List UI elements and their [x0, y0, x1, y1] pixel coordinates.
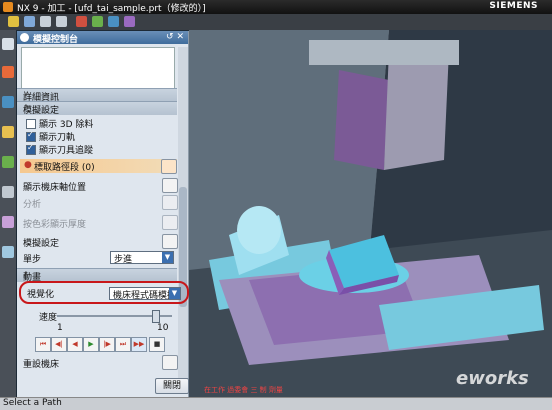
chevron-up-icon: ∧ [23, 269, 29, 278]
pick-path-button[interactable] [161, 159, 177, 174]
checkbox-3d-cut-label: 顯示 3D 除料 [39, 120, 94, 130]
part-icon[interactable] [2, 126, 14, 138]
color-thickness-button[interactable] [162, 215, 178, 230]
speed-slider-knob[interactable] [152, 310, 160, 323]
panel-scrollbar[interactable] [178, 47, 188, 393]
spindle-head [384, 50, 449, 170]
play-reverse-button[interactable]: ◀ [67, 337, 83, 352]
save-icon[interactable] [24, 16, 35, 27]
window-title: NX 9 - 加工 - [ufd_tai_sample.prt（修改的）] [17, 4, 206, 14]
visualize-value: 機床程式碼模擬 [113, 291, 177, 301]
speed-label: 速度 [39, 313, 58, 323]
panel-title: 模擬控制台 [33, 35, 79, 45]
rotary-disk [237, 206, 281, 254]
machine-scene [189, 30, 552, 397]
checkbox-toolpath-label: 顯示刀軌 [39, 133, 76, 143]
visualize-label: 視覺化 [27, 290, 55, 300]
open-icon[interactable] [8, 16, 19, 27]
analysis-label: 分析 [23, 200, 42, 210]
speed-max: 10 [157, 323, 169, 333]
system-icon[interactable] [2, 246, 14, 258]
sim-settings-button[interactable] [162, 234, 178, 249]
machine-axes-button[interactable] [162, 178, 178, 193]
section-settings[interactable]: 模擬設定 ∧ [17, 101, 177, 116]
spindle-head-left [334, 70, 389, 170]
operation-icon[interactable] [92, 16, 103, 27]
reset-machine-button[interactable] [162, 355, 178, 370]
step-dropdown[interactable]: 步進 ▼ [110, 251, 174, 265]
chevron-down-icon: ∨ [23, 89, 29, 98]
roles-icon[interactable] [2, 216, 14, 228]
speed-min: 1 [57, 323, 63, 333]
chevron-down-icon: ▼ [162, 252, 173, 263]
method-icon[interactable] [124, 16, 135, 27]
navigator-icon[interactable] [2, 38, 14, 50]
tool-icon[interactable] [76, 16, 87, 27]
play-button[interactable]: ▶ [83, 337, 99, 352]
toolbar-overlay [309, 40, 459, 65]
step-label: 單步 [23, 255, 42, 265]
pick-path-label: 標取路徑段 (0) [34, 163, 95, 173]
color-thickness-label: 按色彩顯示厚度 [23, 220, 87, 230]
close-button[interactable]: 關閉 [155, 378, 189, 394]
checkbox-toolpath[interactable] [26, 130, 36, 142]
library-icon[interactable] [2, 186, 14, 198]
redo-icon[interactable] [56, 16, 67, 27]
operation-nav-icon[interactable] [2, 66, 14, 78]
chevron-up-icon: ∧ [23, 102, 29, 111]
section-details[interactable]: 詳細資訊 ∨ [17, 88, 177, 103]
reset-icon[interactable]: ↺ ✕ [166, 32, 184, 42]
panel-header: 模擬控制台 ↺ ✕ [17, 31, 188, 45]
pick-path-row[interactable]: ● 標取路徑段 (0) [20, 159, 177, 174]
simulation-control-panel: 模擬控制台 ↺ ✕ 詳細資訊 ∨ 模擬設定 ∧ 顯示 3D 除料 顯示刀軌 顯示… [17, 31, 189, 397]
graphics-viewport[interactable] [189, 30, 552, 397]
status-bar: Select a Path [0, 397, 552, 410]
sim-settings-label: 模擬設定 [23, 239, 60, 249]
stop-button[interactable]: ■ [149, 337, 165, 352]
siemens-logo: SIEMENS [489, 1, 538, 11]
checkbox-tool-trace-label: 顯示刀具追蹤 [39, 146, 94, 156]
machine-icon[interactable] [2, 96, 14, 108]
speed-slider[interactable] [57, 310, 172, 323]
skip-button[interactable]: ▶▶ [131, 337, 147, 352]
rewind-start-button[interactable]: ⏮ [35, 337, 51, 352]
checkbox-3d-cut[interactable] [26, 119, 36, 129]
reset-machine-label: 重設機床 [23, 360, 60, 370]
nx-app-icon [3, 2, 13, 12]
step-forward-button[interactable]: |▶ [99, 337, 115, 352]
machine-axes-label: 顯示機床軸位置 [23, 183, 87, 193]
analysis-button[interactable] [162, 195, 178, 210]
forward-end-button[interactable]: ⏭ [115, 337, 131, 352]
step-value: 步進 [114, 255, 133, 265]
eworks-watermark: eworks [456, 368, 529, 389]
geometry-icon[interactable] [108, 16, 119, 27]
undo-icon[interactable] [40, 16, 51, 27]
viewport-overlay-text: 在工作 過委會 三 制 劑量 [204, 386, 283, 394]
step-back-button[interactable]: ◀| [51, 337, 67, 352]
chevron-down-icon: ▼ [169, 288, 180, 299]
section-animation[interactable]: 動畫 ∧ [17, 268, 177, 283]
history-icon[interactable] [2, 156, 14, 168]
arrow-icon: ● [24, 160, 32, 170]
checkbox-tool-trace[interactable] [26, 143, 36, 155]
visualize-dropdown[interactable]: 機床程式碼模擬 ▼ [109, 287, 181, 301]
title-bar: NX 9 - 加工 - [ufd_tai_sample.prt（修改的）] SI… [0, 0, 552, 14]
status-text: Select a Path [3, 398, 62, 408]
gear-icon [20, 33, 29, 42]
